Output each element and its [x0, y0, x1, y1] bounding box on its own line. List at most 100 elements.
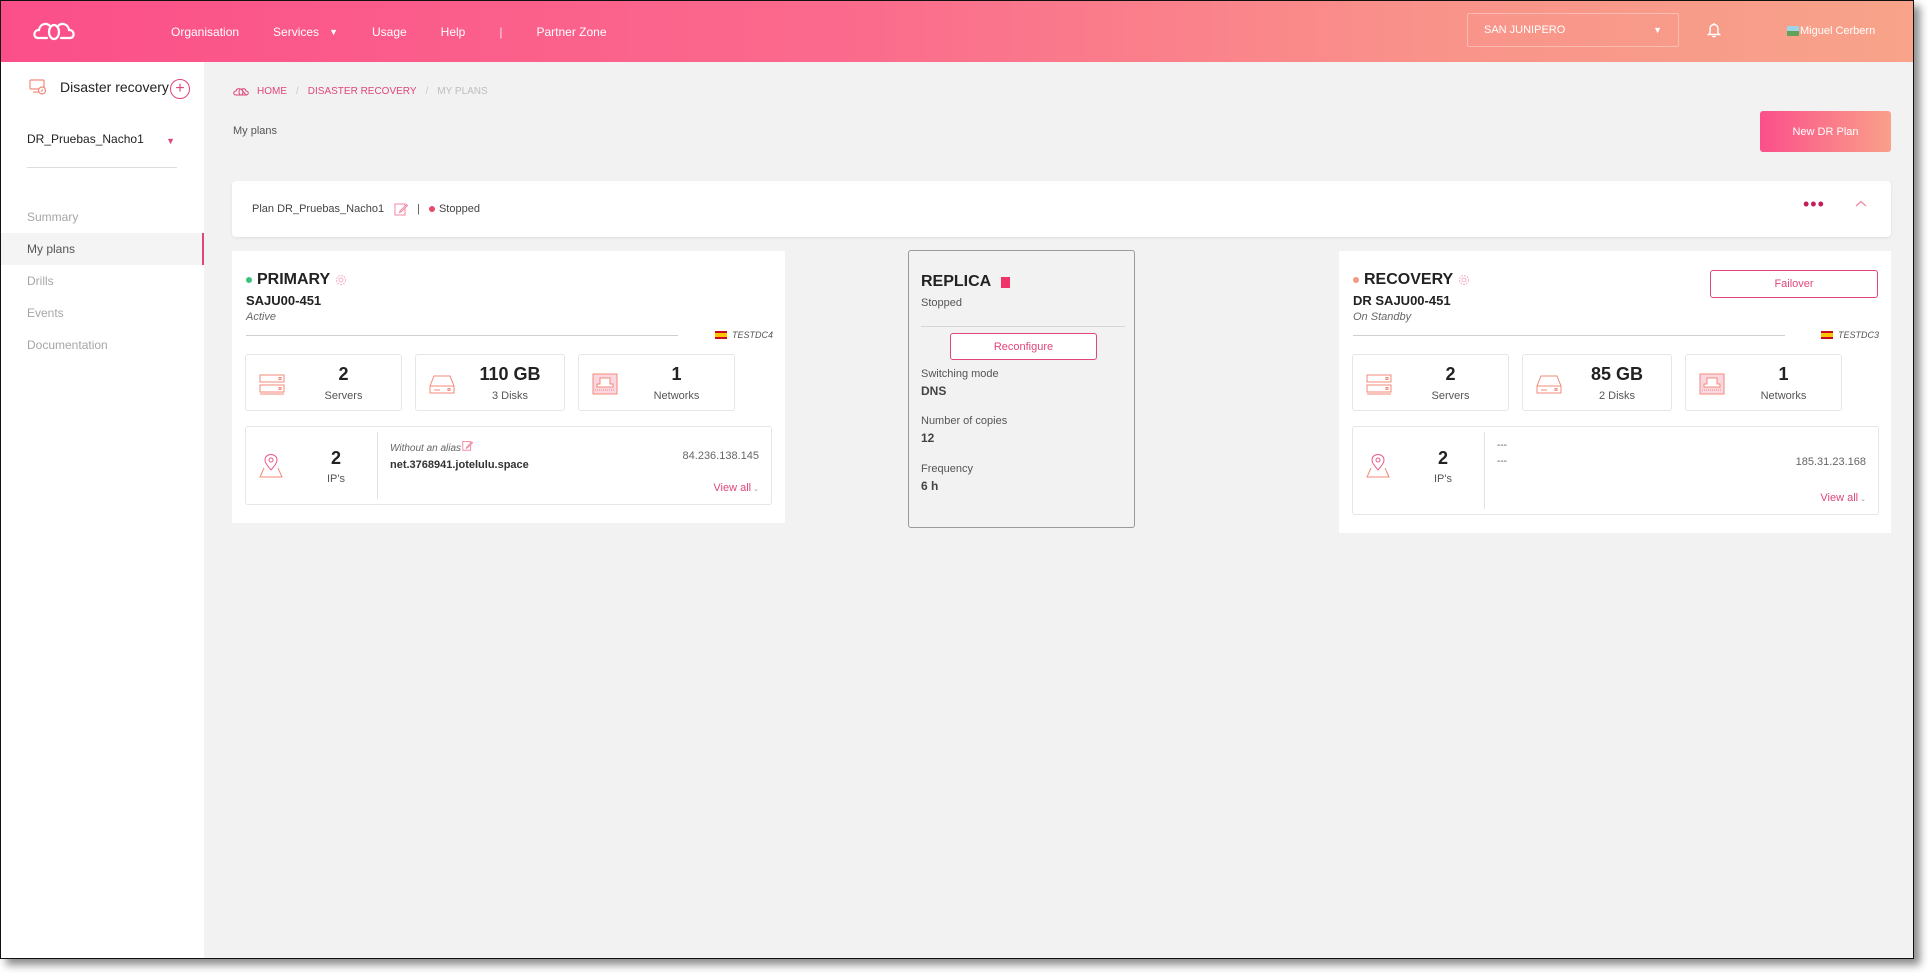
storage-stat[interactable]: 85 GB 2 Disks	[1522, 354, 1672, 411]
view-all-link[interactable]: View all ⌄	[713, 482, 759, 494]
breadcrumb-disaster-recovery[interactable]: DISASTER RECOVERY	[308, 86, 417, 97]
user-menu[interactable]: Miguel Cerbern	[1787, 25, 1875, 37]
nav-help[interactable]: Help	[441, 25, 466, 39]
main-nav: Organisation Services ▼ Usage Help | Part…	[171, 1, 641, 62]
ip-label: IP's	[327, 473, 345, 485]
plan-status-badge: Stopped	[438, 203, 480, 215]
edit-icon[interactable]	[394, 202, 409, 216]
page-title: My plans	[233, 125, 278, 137]
frequency-value: 6 h	[921, 479, 939, 493]
networks-label: Networks	[653, 390, 700, 402]
networks-stat[interactable]: 1 Networks	[1685, 354, 1842, 411]
network-icon	[1699, 373, 1725, 395]
ip-addresses-panel: 2 IP's Without an alias net.3768941.jote…	[245, 426, 772, 505]
chevron-down-icon: ▼	[329, 26, 338, 37]
servers-stat[interactable]: 2 Servers	[245, 354, 402, 411]
datacenter-name: TESTDC3	[1837, 330, 1879, 340]
datacenter-label: TESTDC4	[714, 330, 773, 340]
nav-services[interactable]: Services ▼	[273, 25, 338, 39]
cloud-home-icon[interactable]	[233, 87, 249, 96]
user-name: Miguel Cerbern	[1800, 25, 1876, 37]
status-dot	[428, 206, 435, 212]
divider	[377, 432, 378, 499]
location-pin-icon	[1366, 453, 1390, 478]
datacenter-label: TESTDC3	[1820, 330, 1879, 340]
organisation-select[interactable]: SAN JUNIPERO ▼	[1467, 13, 1679, 47]
sidebar-item-documentation[interactable]: Documentation	[1, 329, 204, 361]
networks-count: 1	[671, 364, 682, 384]
ip-alias-text: Without an alias	[390, 443, 462, 454]
sidebar-item-drills[interactable]: Drills	[1, 265, 204, 297]
primary-site-card: PRIMARY SAJU00-451 Active TESTDC4 2 Serv…	[232, 251, 785, 523]
plan-divider: |	[417, 203, 420, 215]
recovery-site-status: On Standby	[1353, 311, 1412, 323]
copies-label: Number of copies	[921, 415, 1008, 427]
sidebar-title: Disaster recovery	[29, 79, 169, 95]
view-all-link[interactable]: View all ⌄	[1820, 492, 1866, 504]
primary-site-name: SAJU00-451	[246, 293, 322, 308]
new-dr-plan-button[interactable]: New DR Plan	[1760, 111, 1891, 152]
edit-icon[interactable]	[462, 440, 474, 451]
bell-icon[interactable]	[1707, 22, 1721, 38]
chevron-up-icon[interactable]	[1854, 199, 1868, 209]
divider	[1353, 335, 1785, 336]
divider	[921, 326, 1125, 327]
divider	[246, 335, 678, 336]
sidebar-item-summary[interactable]: Summary	[1, 201, 204, 233]
servers-label: Servers	[1431, 390, 1470, 402]
ip-alias: ---	[1497, 440, 1507, 451]
networks-stat[interactable]: 1 Networks	[578, 354, 735, 411]
servers-label: Servers	[324, 390, 363, 402]
breadcrumb: HOME / DISASTER RECOVERY / MY PLANS	[233, 86, 488, 97]
ip-address: 84.236.138.145	[682, 450, 759, 462]
sidebar: Disaster recovery + DR_Pruebas_Nacho1 ▼ …	[1, 62, 204, 958]
sidebar-item-my-plans[interactable]: My plans	[1, 233, 204, 265]
breadcrumb-home[interactable]: HOME	[257, 86, 287, 97]
nav-divider: |	[499, 24, 503, 39]
ip-count: 2	[330, 448, 341, 468]
primary-role-label: PRIMARY	[257, 271, 331, 288]
sidebar-title-label: Disaster recovery	[60, 79, 169, 95]
view-all-label: View all	[1820, 492, 1859, 504]
gear-icon[interactable]	[1458, 274, 1470, 286]
server-icon	[259, 374, 285, 395]
dns-name: net.3768941.jotelulu.space	[390, 459, 529, 471]
servers-count: 2	[338, 364, 349, 384]
plan-name: Plan DR_Pruebas_Nacho1	[252, 203, 385, 215]
sidebar-item-events[interactable]: Events	[1, 297, 204, 329]
more-options-button[interactable]: •••	[1803, 195, 1825, 213]
nav-organisation[interactable]: Organisation	[171, 25, 239, 39]
storage-stat[interactable]: 110 GB 3 Disks	[415, 354, 565, 411]
failover-button[interactable]: Failover	[1710, 270, 1878, 298]
gear-icon[interactable]	[335, 274, 347, 286]
breadcrumb-separator: /	[425, 86, 429, 97]
recovery-site-name: DR SAJU00-451	[1353, 293, 1451, 308]
servers-count: 2	[1445, 364, 1456, 384]
cloud-logo-icon[interactable]	[31, 18, 77, 44]
switching-mode-value: DNS	[921, 384, 947, 398]
spain-flag-icon	[714, 331, 727, 339]
reconfigure-button[interactable]: Reconfigure	[950, 333, 1097, 360]
add-plan-button[interactable]: +	[170, 79, 190, 99]
network-icon	[592, 373, 618, 395]
plan-select[interactable]: DR_Pruebas_Nacho1 ▼	[27, 132, 177, 168]
ip-count: 2	[1437, 448, 1448, 468]
primary-site-header: PRIMARY SAJU00-451 Active	[246, 271, 347, 323]
nav-usage[interactable]: Usage	[372, 25, 407, 39]
switching-mode-label: Switching mode	[921, 368, 999, 380]
status-dot	[246, 277, 252, 283]
storage-size: 110 GB	[479, 364, 541, 384]
ip-addresses-panel: 2 IP's --- --- 185.31.23.168 View all ⌄	[1352, 426, 1879, 515]
disk-icon	[1536, 375, 1562, 394]
location-pin-icon	[259, 453, 283, 478]
servers-stat[interactable]: 2 Servers	[1352, 354, 1509, 411]
frequency-label: Frequency	[921, 463, 973, 475]
server-icon	[1366, 374, 1392, 395]
chevron-down-icon: ▼	[1653, 25, 1662, 35]
primary-role: PRIMARY	[246, 271, 347, 289]
disks-count: 2 Disks	[1598, 390, 1636, 402]
primary-site-status: Active	[246, 311, 276, 323]
nav-partner-zone[interactable]: Partner Zone	[536, 25, 606, 39]
view-all-label: View all	[713, 482, 752, 494]
datacenter-name: TESTDC4	[731, 330, 773, 340]
